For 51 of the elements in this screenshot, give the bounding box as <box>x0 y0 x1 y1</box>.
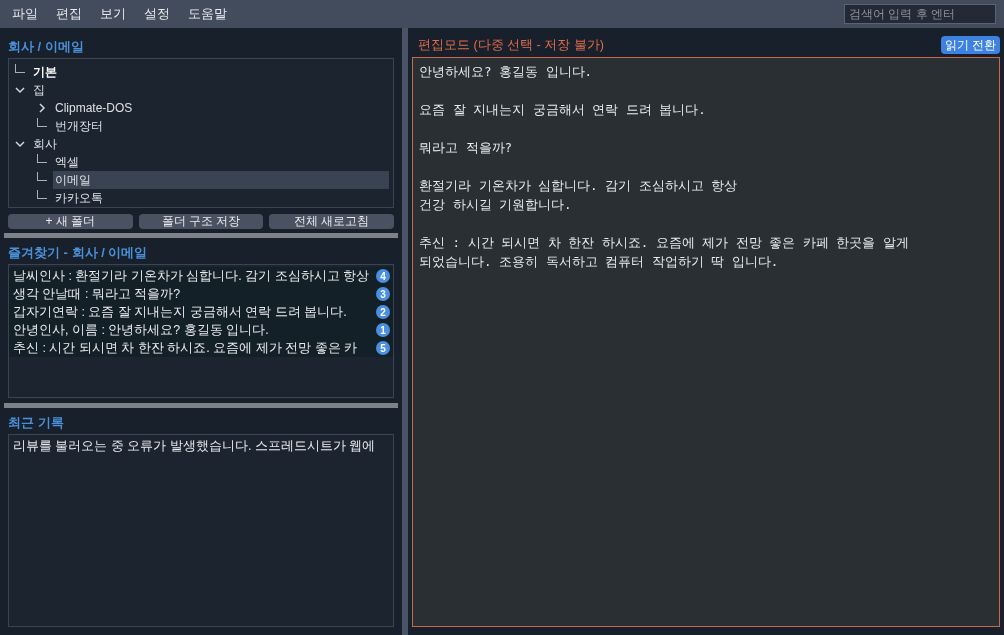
editor-line: 건강 하시길 기원합니다. <box>419 196 573 214</box>
favorite-text: 추신 : 시간 되시면 차 한잔 하시죠. 요즘에 제가 전망 좋은 카 <box>13 339 359 357</box>
search-field[interactable]: 검색어 입력 후 엔터 <box>844 4 996 24</box>
editor-mode-title: 편집모드 (다중 선택 - 저장 불가) <box>418 36 604 54</box>
tree-connector <box>15 63 25 73</box>
order-badge: 5 <box>376 341 390 355</box>
favorite-text: 안녕인사, 이름 : 안녕하세요? 홍길동 입니다. <box>13 321 270 339</box>
favorite-item[interactable]: 추신 : 시간 되시면 차 한잔 하시죠. 요즘에 제가 전망 좋은 카 5 <box>9 339 393 357</box>
editor-line: 안녕하세요? 홍길동 입니다. <box>419 63 594 81</box>
menu-item[interactable]: 보기 <box>100 4 126 24</box>
tree-connector <box>37 117 47 127</box>
folder-button[interactable]: + 새 폴더 <box>8 214 133 229</box>
chevron-right-icon[interactable] <box>37 103 47 113</box>
favorite-item[interactable]: 생각 안날때 : 뭐라고 적을까? 3 <box>9 285 393 303</box>
editor-line: 뭐라고 적을까? <box>419 139 514 157</box>
menu-item[interactable]: 도움말 <box>188 4 227 24</box>
history-item[interactable]: 리뷰를 불러오는 중 오류가 발생했습니다. 스프레드시트가 웹에 <box>13 437 389 456</box>
tree-item[interactable]: Clipmate-DOS <box>53 99 135 117</box>
panel-title: 회사 / 이메일 <box>8 38 85 56</box>
chevron-down-icon[interactable] <box>15 85 25 95</box>
favorite-text: 날씨인사 : 환절기라 기온차가 심합니다. 감기 조심하시고 항상 <box>13 267 371 285</box>
order-badge: 2 <box>376 305 390 319</box>
favorite-text: 갑자기연락 : 요즘 잘 지내는지 궁금해서 연락 드려 봅니다. <box>13 303 348 321</box>
tree-item[interactable]: 집 <box>31 81 47 99</box>
menu-item[interactable]: 편집 <box>56 4 82 24</box>
editor-line: 환절기라 기온차가 심합니다. 감기 조심하시고 항상 <box>419 177 739 195</box>
tree-item[interactable]: 카카오톡 <box>53 189 105 207</box>
tree-item[interactable]: 번개장터 <box>53 117 105 135</box>
menu-item[interactable]: 설정 <box>144 4 170 24</box>
tree-item[interactable]: 회사 <box>31 135 59 153</box>
chevron-down-icon[interactable] <box>15 139 25 149</box>
order-badge: 4 <box>376 269 390 283</box>
order-badge: 3 <box>376 287 390 301</box>
favorite-item[interactable]: 날씨인사 : 환절기라 기온차가 심합니다. 감기 조심하시고 항상 4 <box>9 267 393 285</box>
editor-line: 추신 : 시간 되시면 차 한잔 하시죠. 요즘에 제가 전망 좋은 카페 한곳을 알게 <box>419 234 910 252</box>
read-toggle-button[interactable]: 읽기 전환 <box>940 36 1000 54</box>
tree-item[interactable]: 이메일 <box>53 171 389 189</box>
favorite-item[interactable]: 갑자기연락 : 요즘 잘 지내는지 궁금해서 연락 드려 봅니다. 2 <box>9 303 393 321</box>
editor-line: 되었습니다. 조용히 독서하고 컴퓨터 작업하기 딱 입니다. <box>419 253 780 271</box>
panel-title: 즐겨찾기 - 회사 / 이메일 <box>8 244 149 262</box>
panel-title: 최근 기록 <box>8 414 65 432</box>
tree-item[interactable]: 엑셀 <box>53 153 81 171</box>
order-badge: 1 <box>376 323 390 337</box>
favorite-text: 생각 안날때 : 뭐라고 적을까? <box>13 285 182 303</box>
folder-button[interactable]: 폴더 구조 저장 <box>138 214 264 229</box>
text-editor[interactable]: 안녕하세요? 홍길동 입니다. 요즘 잘 지내는지 궁금해서 연락 드려 봅니다. 뭐라고 적을까? 환절기라 기온차가 심합니다. 감기 조심하시고 항상 건강 하시길 기원합니다. 추신 : 시간 되시면 차 한잔 하시죠. 요즘에 제가 전망 좋은 카페 한곳을 알게 되었습니다. 조용히 독서하고 컴퓨터 작업하기 딱 입니다. <box>412 57 1000 627</box>
folder-button[interactable]: 전체 새로고침 <box>269 214 394 229</box>
menu-item[interactable]: 파일 <box>12 4 38 24</box>
editor-line: 요즘 잘 지내는지 궁금해서 연락 드려 봅니다. <box>419 101 707 119</box>
favorite-item[interactable]: 안녕인사, 이름 : 안녕하세요? 홍길동 입니다. 1 <box>9 321 393 339</box>
tree-item[interactable]: 기본 <box>31 63 59 81</box>
